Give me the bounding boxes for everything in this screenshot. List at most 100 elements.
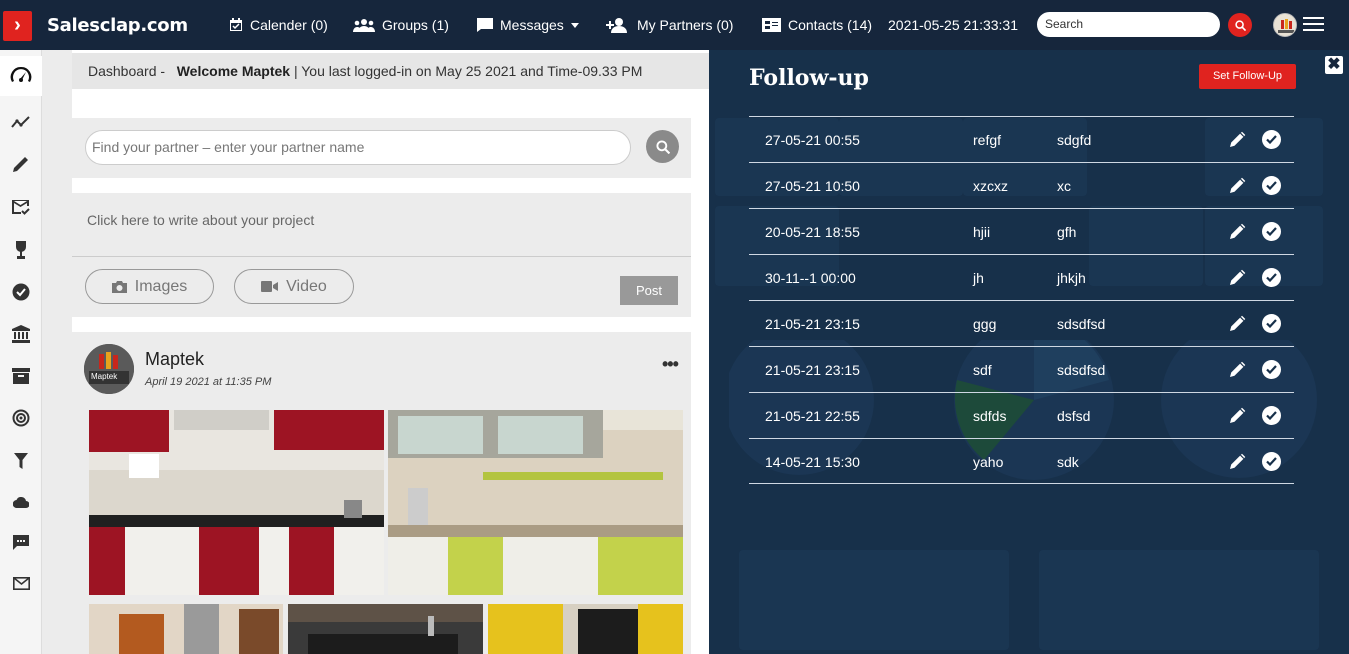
brand-name[interactable]: Salesclap.com [47, 15, 188, 36]
sidebar-item-filter[interactable] [0, 441, 42, 481]
calendar-icon [230, 18, 242, 31]
mark-done-button[interactable] [1262, 452, 1281, 471]
sidebar-item-edit[interactable] [0, 144, 42, 184]
project-input[interactable]: Click here to write about your project [87, 212, 314, 228]
mark-done-button[interactable] [1262, 222, 1281, 241]
nav-groups[interactable]: Groups (1) [353, 17, 449, 33]
mark-done-button[interactable] [1262, 314, 1281, 333]
video-camera-icon [261, 281, 279, 292]
bank-icon [12, 325, 30, 343]
followup-name: ggg [973, 316, 997, 332]
followup-name: refgf [973, 132, 1002, 148]
breadcrumb-dashboard[interactable]: Dashboard - [88, 63, 165, 79]
nav-calendar[interactable]: Calender (0) [229, 17, 328, 33]
sidebar-item-target[interactable] [0, 398, 42, 438]
followup-row: 30-11--1 00:00 jh jhkjh [749, 254, 1294, 300]
nav-messages-label: Messages [500, 17, 564, 33]
mark-done-button[interactable] [1262, 406, 1281, 425]
sidebar-item-mail[interactable] [0, 563, 42, 603]
mark-done-button[interactable] [1262, 268, 1281, 287]
target-icon [12, 409, 30, 427]
images-label: Images [134, 277, 188, 295]
partner-search-input[interactable]: Find your partner – enter your partner n… [85, 130, 631, 165]
followup-datetime: 27-05-21 00:55 [765, 132, 860, 148]
sidebar-item-dashboard[interactable] [0, 56, 42, 96]
pencil-icon [13, 157, 28, 172]
partner-search-button[interactable] [646, 130, 679, 163]
menu-button[interactable] [1303, 17, 1324, 32]
search-icon [655, 139, 670, 154]
composer-divider [72, 256, 691, 257]
filter-icon [14, 453, 28, 469]
left-sidebar [0, 50, 42, 654]
sidebar-item-trends[interactable] [0, 102, 42, 142]
edit-pencil-icon[interactable] [1229, 268, 1247, 286]
set-followup-button[interactable]: Set Follow-Up [1199, 64, 1296, 89]
followup-note: sdsdfsd [1057, 316, 1106, 332]
sidebar-item-bank[interactable] [0, 314, 42, 354]
post-photo[interactable] [388, 410, 683, 595]
video-label: Video [286, 277, 327, 295]
edit-pencil-icon[interactable] [1229, 176, 1247, 194]
award-icon [16, 241, 26, 259]
kitchen-photo-image [288, 604, 483, 654]
sidebar-item-chat[interactable] [0, 522, 42, 562]
edit-pencil-icon[interactable] [1229, 222, 1247, 240]
kitchen-photo-image [488, 604, 683, 654]
top-search-button[interactable] [1228, 13, 1252, 37]
post-photo[interactable] [488, 604, 683, 654]
dashboard-icon [10, 66, 32, 82]
edit-pencil-icon[interactable] [1229, 452, 1247, 470]
check-icon [1266, 365, 1277, 374]
edit-pencil-icon[interactable] [1229, 130, 1247, 148]
post-button[interactable]: Post [620, 276, 678, 305]
avatar-logo-icon [1274, 14, 1296, 36]
mark-done-button[interactable] [1262, 176, 1281, 195]
maptek-logo-icon [84, 344, 134, 394]
post-photo[interactable] [89, 604, 283, 654]
sidebar-item-mail-check[interactable] [0, 187, 42, 227]
nav-messages[interactable]: Messages [477, 17, 579, 33]
check-icon [1266, 319, 1277, 328]
nav-calendar-label: Calender (0) [250, 17, 328, 33]
sidebar-item-completed[interactable] [0, 272, 42, 312]
mark-done-button[interactable] [1262, 360, 1281, 379]
followup-row: 21-05-21 23:15 ggg sdsdfsd [749, 300, 1294, 346]
chevron-down-icon [570, 22, 579, 28]
dashboard-main: Dashboard - Welcome Maptek | You last lo… [72, 50, 709, 654]
kitchen-photo-image [89, 410, 384, 595]
top-search-input[interactable]: Search [1037, 12, 1220, 37]
post-photo[interactable] [288, 604, 483, 654]
post-more-button[interactable]: ••• [662, 354, 679, 375]
followup-note: dsfsd [1057, 408, 1091, 424]
followup-row: 20-05-21 18:55 hjii gfh [749, 208, 1294, 254]
edit-pencil-icon[interactable] [1229, 406, 1247, 424]
images-button[interactable]: Images [85, 269, 214, 304]
partner-search-panel: Find your partner – enter your partner n… [72, 118, 691, 178]
envelope-icon [12, 576, 30, 590]
followup-name: yaho [973, 454, 1004, 470]
close-button[interactable]: ✖ [1325, 56, 1343, 74]
post-author-avatar[interactable]: Maptek [84, 344, 134, 394]
top-navbar: › Salesclap.com Calender (0) Groups (1) … [0, 0, 1349, 50]
nav-partners[interactable]: My Partners (0) [606, 17, 733, 33]
nav-contacts[interactable]: Contacts (14) [762, 17, 872, 33]
nav-contacts-label: Contacts (14) [788, 17, 873, 33]
mark-done-button[interactable] [1262, 130, 1281, 149]
video-button[interactable]: Video [234, 269, 354, 304]
sidebar-toggle-button[interactable]: › [3, 11, 32, 41]
sidebar-item-cloud[interactable] [0, 482, 42, 522]
user-avatar[interactable] [1273, 13, 1297, 37]
sidebar-item-archive[interactable] [0, 356, 42, 396]
mail-check-icon [12, 200, 30, 215]
edit-pencil-icon[interactable] [1229, 360, 1247, 378]
edit-pencil-icon[interactable] [1229, 314, 1247, 332]
kitchen-photo-image [388, 410, 683, 595]
sidebar-item-award[interactable] [0, 230, 42, 270]
post-photo[interactable] [89, 410, 384, 595]
followup-row: 21-05-21 22:55 sdfds dsfsd [749, 392, 1294, 438]
nav-groups-label: Groups (1) [382, 17, 449, 33]
trend-icon [11, 116, 30, 128]
check-icon [1266, 227, 1277, 236]
post-author-name[interactable]: Maptek [145, 349, 204, 370]
